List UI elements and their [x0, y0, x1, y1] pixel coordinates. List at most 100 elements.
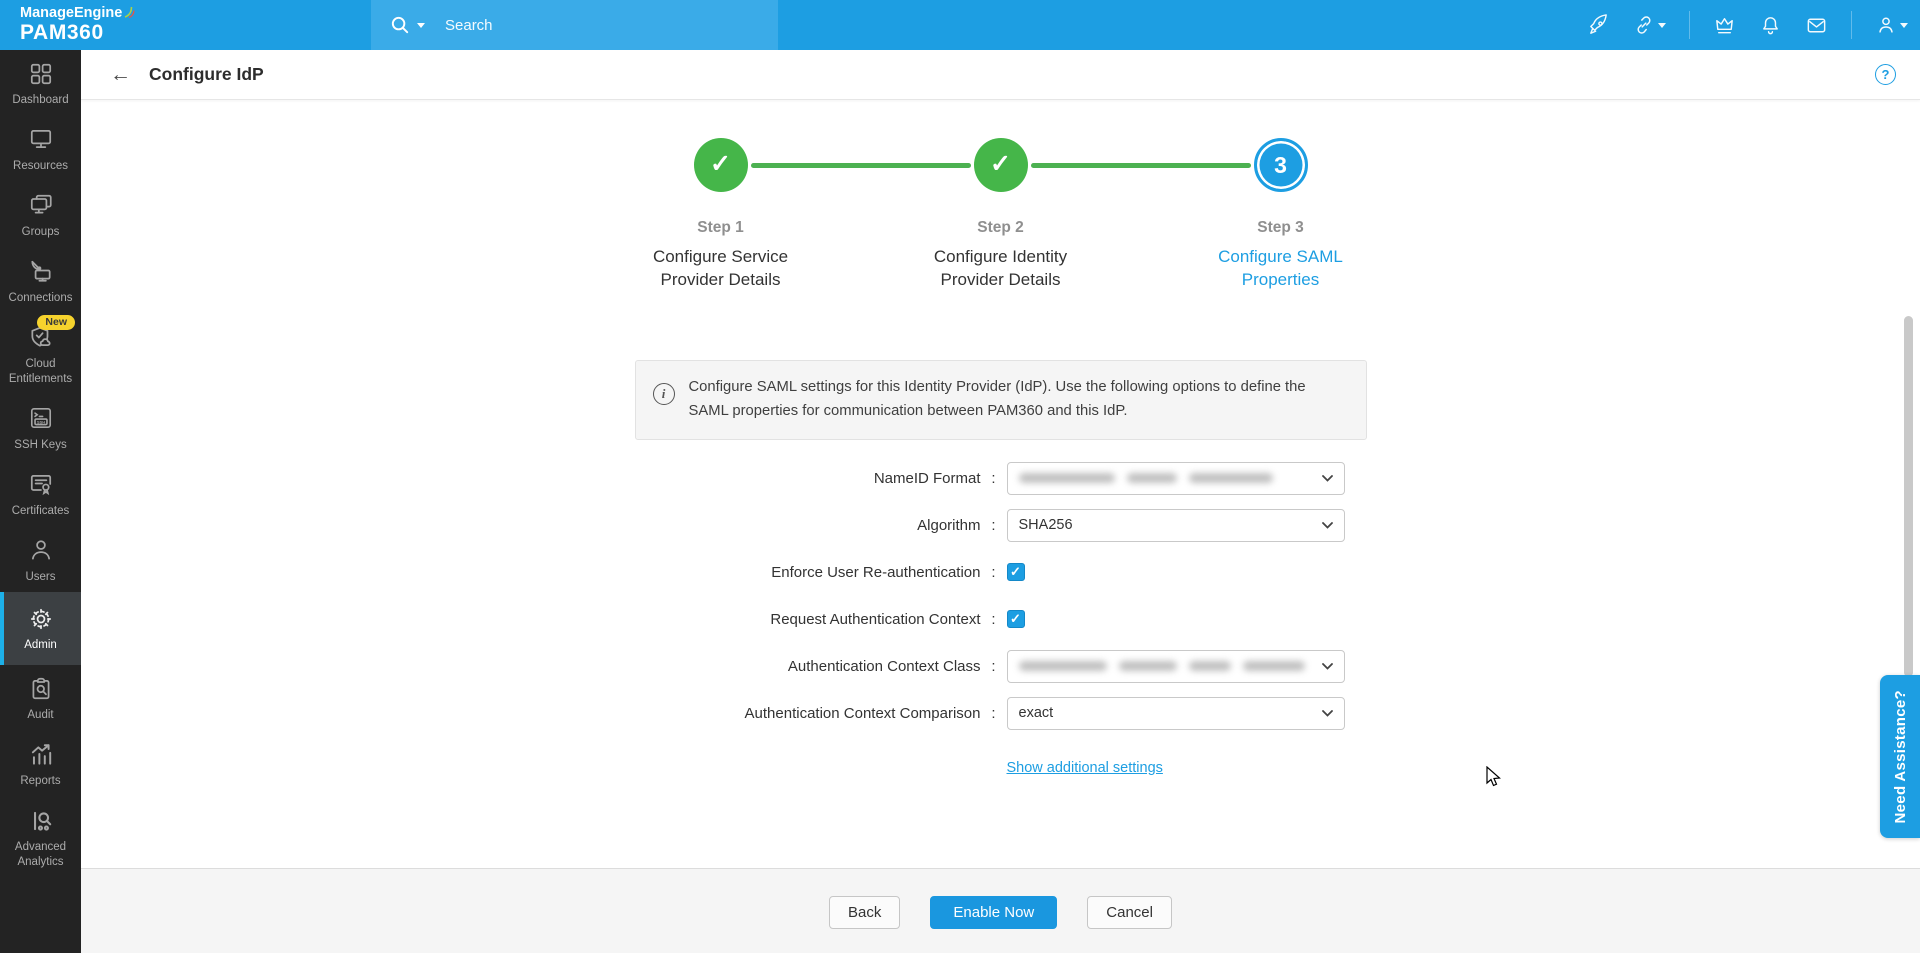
step-1-title: Configure Service Provider Details — [652, 247, 789, 289]
sidebar-item-label: Admin — [24, 639, 57, 652]
connections-icon — [30, 261, 51, 282]
auth-context-comparison-value: exact — [1018, 705, 1054, 722]
step-3-label: Step 3 — [1257, 219, 1304, 236]
check-icon: ✓ — [710, 149, 731, 178]
saml-properties-form: NameID Format : Algorithm : SHA256 Enfor… — [501, 461, 1501, 777]
step-2-title: Configure Identity Provider Details — [933, 247, 1068, 289]
chevron-down-icon — [1321, 474, 1333, 482]
sidebar-item-label: Groups — [21, 225, 60, 238]
users-icon — [31, 540, 50, 560]
request-auth-context-label: Request Authentication Context — [770, 610, 981, 628]
step-1-complete-icon: ✓ — [693, 138, 748, 192]
check-icon: ✓ — [1010, 564, 1021, 580]
nameid-format-label: NameID Format — [873, 469, 981, 487]
nameid-format-select[interactable] — [1006, 461, 1345, 495]
redacted-value — [1018, 473, 1273, 484]
sidebar-item-cloud-entitlements[interactable]: New Cloud Entitlements — [0, 314, 81, 395]
need-assistance-tab[interactable]: Need Assistance? — [1880, 675, 1920, 838]
certificates-icon — [30, 475, 51, 496]
groups-icon — [30, 195, 52, 214]
reports-icon — [31, 744, 51, 765]
auth-context-comparison-label: Authentication Context Comparison — [744, 704, 981, 722]
sidebar-item-advanced-analytics[interactable]: Advanced Analytics — [0, 797, 81, 878]
sidebar-item-resources[interactable]: Resources — [0, 116, 81, 182]
colon-separator: : — [991, 657, 996, 675]
sidebar-item-label: Cloud Entitlements — [8, 357, 73, 385]
link-icon[interactable] — [1633, 14, 1666, 36]
mail-icon[interactable] — [1805, 14, 1828, 37]
rocket-icon[interactable] — [1587, 13, 1610, 37]
sidebar-item-label: Users — [25, 570, 56, 583]
sidebar-item-label: Certificates — [11, 504, 70, 517]
new-badge: New — [37, 314, 75, 331]
brand-flourish-icon — [125, 6, 136, 19]
user-caret-icon — [1900, 22, 1908, 28]
step-3-title[interactable]: Configure SAML Properties — [1181, 246, 1381, 292]
algorithm-select[interactable]: SHA256 — [1006, 508, 1345, 542]
page-title: Configure IdP — [149, 64, 264, 84]
bell-icon[interactable] — [1759, 14, 1782, 37]
colon-separator: : — [991, 563, 996, 581]
cancel-button[interactable]: Cancel — [1087, 896, 1172, 929]
topbar-separator — [1851, 11, 1852, 39]
step-1-label: Step 1 — [697, 219, 744, 236]
ssh-keys-icon: SSH — [30, 408, 51, 429]
info-icon: i — [652, 383, 675, 405]
sidebar-item-admin[interactable]: Admin — [0, 592, 81, 666]
sidebar-item-label: Connections — [8, 291, 73, 304]
enforce-reauth-label: Enforce User Re-authentication — [771, 563, 981, 581]
audit-icon — [32, 677, 49, 699]
show-additional-settings-link[interactable]: Show additional settings — [1007, 760, 1163, 776]
search-input[interactable]: Search — [445, 17, 493, 34]
sidebar-item-label: Resources — [13, 159, 68, 172]
sidebar-item-reports[interactable]: Reports — [0, 731, 81, 797]
enable-now-button[interactable]: Enable Now — [930, 896, 1058, 929]
auth-context-class-label: Authentication Context Class — [787, 657, 981, 675]
step-2: ✓ Step 2 Configure Identity Provider Det… — [861, 138, 1141, 292]
search-scope-caret-icon[interactable] — [417, 22, 425, 28]
sidebar-item-dashboard[interactable]: Dashboard — [0, 50, 81, 116]
user-icon[interactable] — [1875, 14, 1908, 36]
sidebar-item-users[interactable]: Users — [0, 527, 81, 593]
help-icon[interactable]: ? — [1875, 64, 1896, 85]
form-row-auth-context-class: Authentication Context Class : — [501, 649, 1501, 683]
sidebar-item-connections[interactable]: Connections — [0, 248, 81, 314]
vertical-scrollbar[interactable] — [1904, 316, 1913, 677]
back-arrow-icon[interactable]: ← — [110, 64, 131, 85]
global-search[interactable]: Search — [371, 0, 778, 50]
resources-icon — [30, 130, 51, 149]
sidebar-item-certificates[interactable]: Certificates — [0, 461, 81, 527]
algorithm-label: Algorithm — [917, 516, 981, 534]
auth-context-comparison-select[interactable]: exact — [1006, 696, 1345, 730]
sidebar-item-label: SSH Keys — [14, 438, 67, 451]
form-row-request-auth-context: Request Authentication Context : ✓ — [501, 603, 1501, 636]
sidebar-item-groups[interactable]: Groups — [0, 182, 81, 248]
brand-line2: PAM360 — [20, 20, 104, 44]
form-row-nameid-format: NameID Format : — [501, 461, 1501, 495]
sidebar-item-ssh-keys[interactable]: SSH SSH Keys — [0, 395, 81, 461]
colon-separator: : — [991, 610, 996, 628]
crown-icon[interactable] — [1713, 14, 1736, 37]
brand-line1: ManageEngine — [20, 5, 123, 21]
topbar-separator — [1689, 11, 1690, 39]
step-3: 3 Step 3 Configure SAML Properties — [1141, 138, 1421, 292]
sidebar-item-label: Dashboard — [12, 94, 69, 106]
info-banner: i Configure SAML settings for this Ident… — [634, 360, 1367, 440]
main-content: ✓ Step 1 Configure Service Provider Deta… — [81, 100, 1920, 868]
form-row-enforce-reauth: Enforce User Re-authentication : ✓ — [501, 556, 1501, 589]
enforce-reauth-checkbox[interactable]: ✓ — [1006, 563, 1025, 582]
sidebar-item-audit[interactable]: Audit — [0, 665, 81, 731]
algorithm-value: SHA256 — [1018, 517, 1073, 534]
step-1: ✓ Step 1 Configure Service Provider Deta… — [581, 138, 861, 292]
colon-separator: : — [991, 704, 996, 722]
admin-icon — [30, 608, 51, 630]
brand-logo[interactable]: ManageEngine PAM360 — [20, 5, 136, 44]
form-row-algorithm: Algorithm : SHA256 — [501, 508, 1501, 542]
request-auth-context-checkbox[interactable]: ✓ — [1006, 610, 1025, 629]
auth-context-class-select[interactable] — [1006, 649, 1345, 683]
back-button[interactable]: Back — [829, 896, 901, 929]
page-header: ← Configure IdP ? — [81, 50, 1920, 100]
redacted-value — [1018, 661, 1305, 672]
search-icon — [391, 16, 409, 33]
wizard-stepper: ✓ Step 1 Configure Service Provider Deta… — [581, 138, 1421, 334]
